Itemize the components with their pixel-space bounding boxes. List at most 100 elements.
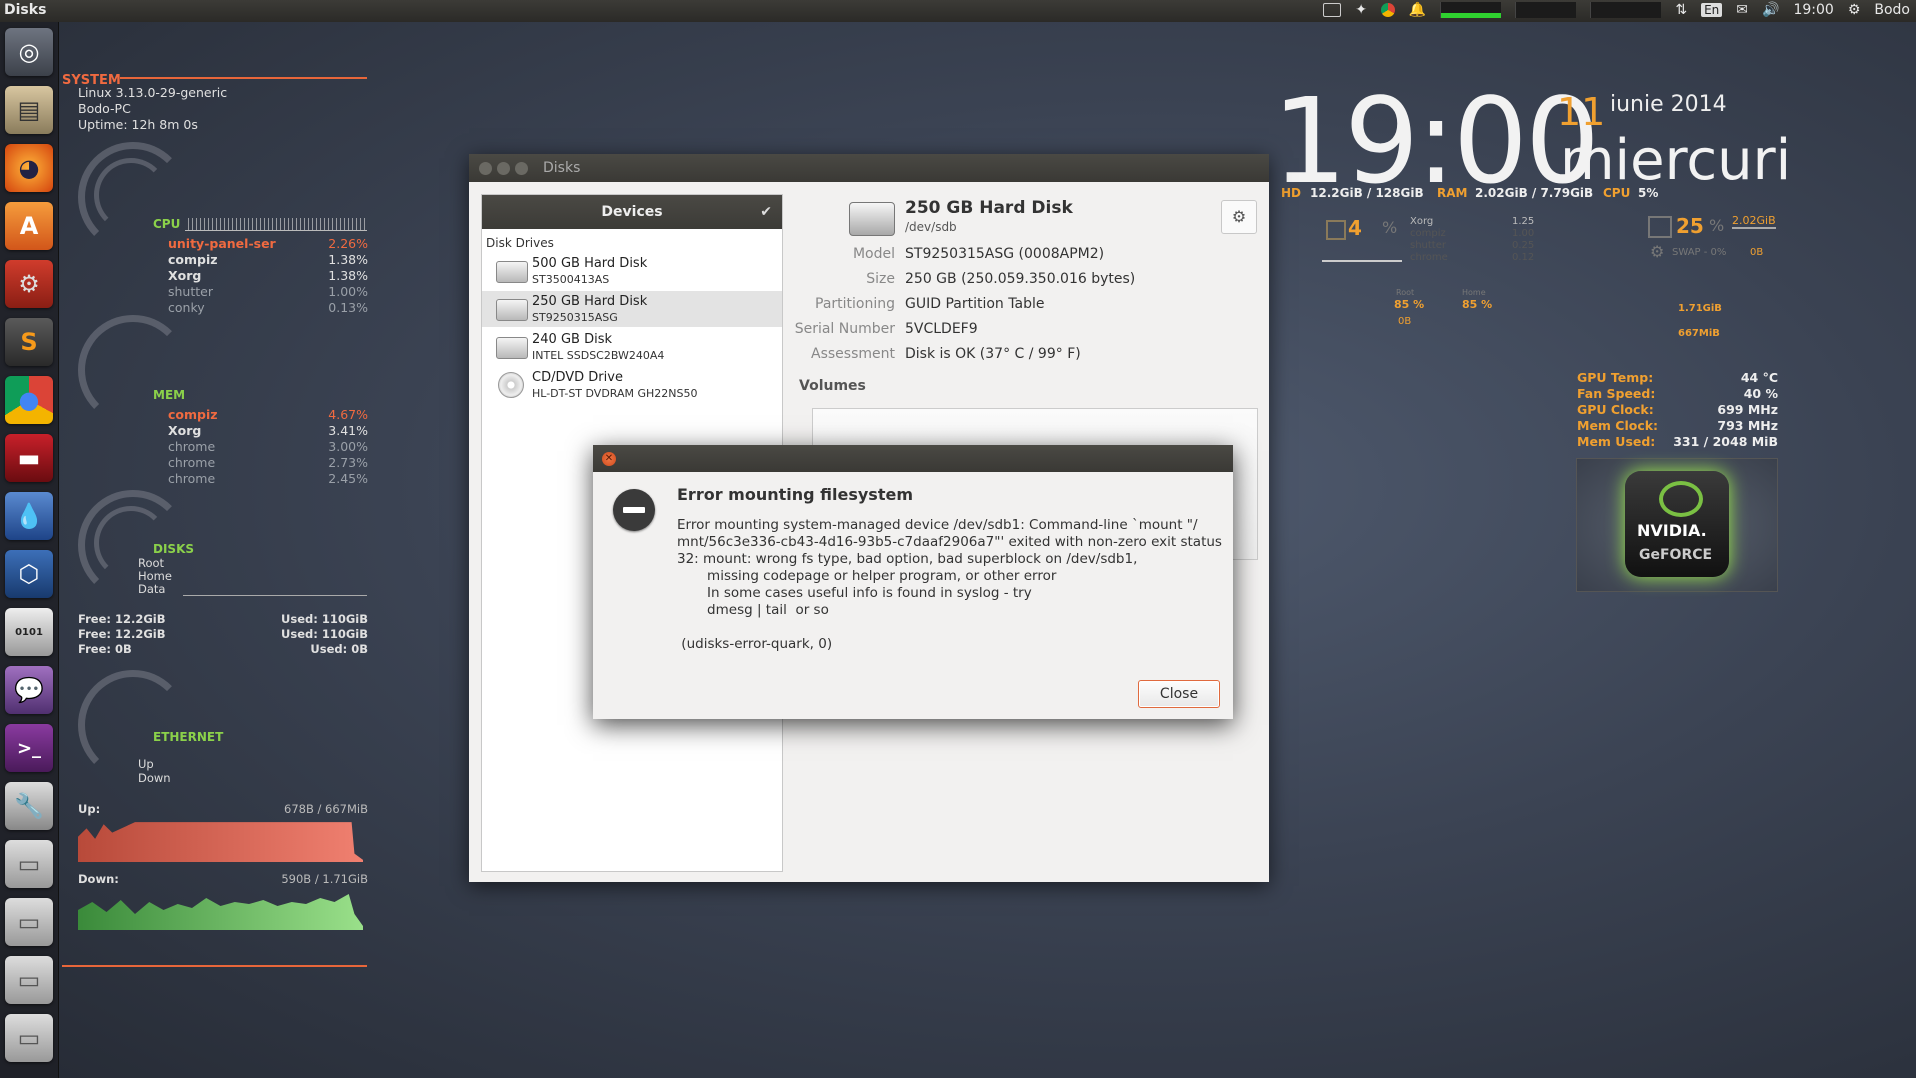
pidgin-icon[interactable]: 💬 (5, 666, 53, 714)
mem-process-value: 3.00% (328, 439, 368, 454)
notification-bell-icon[interactable]: 🔔 (1409, 2, 1426, 18)
disk-settings-gear-icon[interactable]: ⚙ (1221, 200, 1257, 234)
terminal-red-icon[interactable]: ▬ (5, 434, 53, 482)
error-icon (613, 489, 655, 531)
drop-icon[interactable]: 💧 (5, 492, 53, 540)
chrome-tray-icon[interactable] (1380, 3, 1395, 17)
tray-clock[interactable]: 19:00 (1793, 2, 1833, 18)
disk-zero-value: 0B (1398, 316, 1412, 327)
mem-process-name: Xorg (168, 423, 202, 438)
cpu-big-value: 4 (1348, 216, 1362, 240)
harddisk-icon (496, 337, 528, 359)
disk-used-data: Used: 0B (310, 642, 368, 656)
field-value: GUID Partition Table (905, 296, 1045, 312)
volume-icon[interactable]: 🔊 (1762, 2, 1779, 18)
cpu-process-value: 1.38% (328, 268, 368, 283)
mem-used-small: 2.02GiB (1732, 214, 1776, 229)
disk-free-data: Free: 0B (78, 642, 132, 656)
home-label: Home (1462, 288, 1486, 297)
cpu-process-name: conky (168, 300, 205, 315)
dialog-titlebar[interactable]: ✕ (593, 445, 1233, 472)
harddisk-icon (496, 261, 528, 283)
disk-drives-section: Disk Drives (486, 236, 554, 250)
device-model: INTEL SSDSC2BW240A4 (532, 349, 665, 362)
download-graph (78, 894, 363, 930)
hd-value: 12.2GiB / 128GiB (1310, 186, 1424, 200)
checkmark-icon[interactable]: ✔ (760, 195, 772, 229)
harddisk-large-icon (849, 202, 895, 236)
ram-value: 2.02GiB / 7.79GiB (1475, 186, 1594, 200)
mem-process-value: 3.41% (328, 423, 368, 438)
swap-value: 0B (1750, 247, 1764, 258)
hd-label: HD (1281, 186, 1302, 200)
virtualbox-icon[interactable]: ⬡ (5, 550, 53, 598)
tray-user[interactable]: Bodo (1874, 2, 1910, 18)
gpu-stat-value: 40 % (1743, 386, 1778, 401)
rc-process-name: shutter (1410, 240, 1446, 251)
files-icon[interactable]: ▤ (5, 86, 53, 134)
disk-path: /dev/sdb (905, 220, 957, 234)
binary-editor-icon[interactable]: 0101 (5, 608, 53, 656)
cpu-process-value: 1.38% (328, 252, 368, 267)
device-model: ST3500413AS (532, 273, 610, 286)
window-maximize-button[interactable] (515, 162, 528, 175)
disk-used-root: Used: 110GiB (281, 612, 368, 626)
chrome-icon[interactable]: ● (5, 376, 53, 424)
terminal-icon[interactable]: >_ (5, 724, 53, 772)
volumes-heading: Volumes (799, 378, 866, 394)
device-item[interactable]: 500 GB Hard Disk ST3500413AS (482, 253, 782, 289)
workspace-icon[interactable] (1323, 3, 1342, 17)
keyboard-layout-indicator[interactable]: En (1701, 3, 1723, 17)
gpu-stat-value: 44 °C (1740, 370, 1778, 385)
drive-icon[interactable]: ▭ (5, 840, 53, 888)
cpu-process-value: 0.13% (328, 300, 368, 315)
dialog-close-icon[interactable]: ✕ (602, 452, 616, 466)
gpu-stat-label: Mem Used: (1577, 434, 1656, 449)
device-item[interactable]: 250 GB Hard Disk ST9250315ASG (482, 291, 782, 327)
devices-title: Devices (601, 204, 663, 220)
ethernet-gauge (78, 670, 188, 780)
window-close-button[interactable] (479, 162, 492, 175)
mem-process-name: chrome (168, 471, 216, 486)
app-title: Disks (4, 2, 47, 18)
cpu-mini-graph (1322, 260, 1402, 262)
field-value: ST9250315ASG (0008APM2) (905, 246, 1105, 262)
mail-icon[interactable]: ✉ (1736, 2, 1748, 18)
dropbox-icon[interactable]: ✦ (1355, 2, 1367, 18)
rc-process-name: compiz (1410, 228, 1446, 239)
device-model: HL-DT-ST DVDRAM GH22NS50 (532, 387, 698, 400)
rc-process-value: 1.00 (1512, 228, 1535, 239)
home-pct: 85 % (1462, 298, 1493, 311)
cpu-label: CPU (153, 217, 181, 231)
sublime-icon[interactable]: S (5, 318, 53, 366)
device-item[interactable]: 240 GB Disk INTEL SSDSC2BW240A4 (482, 329, 782, 365)
harddisk-icon (496, 299, 528, 321)
settings-icon[interactable]: ⚙ (5, 260, 53, 308)
session-gear-icon[interactable]: ⚙ (1848, 2, 1861, 18)
eth-down-name: Down (138, 771, 171, 785)
drive-icon[interactable]: ▭ (5, 956, 53, 1004)
eth-up-name: Up (138, 757, 154, 771)
field-value: 250 GB (250.059.350.016 bytes) (905, 271, 1136, 287)
field-label: Assessment (811, 346, 895, 362)
gpu-stat-label: Mem Clock: (1577, 418, 1659, 433)
dash-icon[interactable]: ◎ (5, 28, 53, 76)
mem-process-value: 4.67% (328, 407, 368, 422)
firefox-icon[interactable]: ◕ (5, 144, 53, 192)
drive-icon[interactable]: ▭ (5, 1014, 53, 1062)
disk-utility-icon[interactable]: 🔧 (5, 782, 53, 830)
cpu-process-name: compiz (168, 252, 218, 267)
down-total: 1.71GiB (1678, 303, 1722, 314)
device-item[interactable]: CD/DVD Drive HL-DT-ST DVDRAM GH22NS50 (482, 367, 782, 403)
mem-big-unit: % (1709, 216, 1725, 235)
uptime: Uptime: 12h 8m 0s (78, 117, 198, 132)
software-center-icon[interactable]: A (5, 202, 53, 250)
close-button[interactable]: Close (1138, 680, 1220, 708)
mem-big-value: 25 (1676, 214, 1704, 238)
drive-icon[interactable]: ▭ (5, 898, 53, 946)
network-arrows-icon[interactable]: ⇅ (1675, 2, 1687, 18)
net-sparkline (1590, 2, 1662, 18)
window-minimize-button[interactable] (497, 162, 510, 175)
rc-process-name: Xorg (1410, 216, 1434, 227)
disks-titlebar[interactable]: Disks (469, 154, 1269, 182)
